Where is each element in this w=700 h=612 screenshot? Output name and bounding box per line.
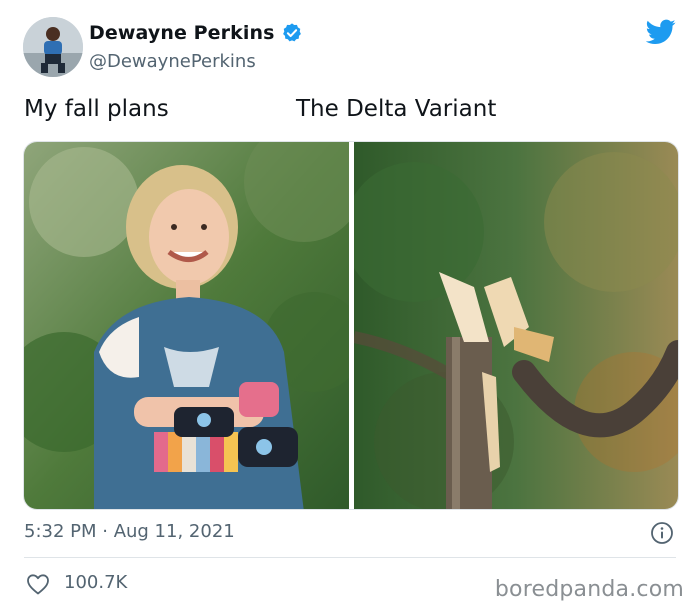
display-name[interactable]: Dewayne Perkins <box>89 22 275 44</box>
photo-girl-with-cast[interactable] <box>24 142 349 509</box>
verified-badge-icon <box>281 22 303 44</box>
heart-icon[interactable] <box>26 573 50 595</box>
info-icon[interactable] <box>650 521 674 545</box>
watermark: boredpanda.com <box>494 577 684 602</box>
author-name-row[interactable]: Dewayne Perkins <box>89 22 303 44</box>
tweet-timestamp[interactable]: 5:32 PM · Aug 11, 2021 <box>24 521 235 542</box>
like-count[interactable]: 100.7K <box>64 572 127 593</box>
divider <box>24 557 676 558</box>
caption-left: My fall plans <box>24 96 169 122</box>
caption-right: The Delta Variant <box>296 96 497 122</box>
tweet-card: Dewayne Perkins @DewaynePerkins My fall … <box>0 0 700 612</box>
photo-broken-branch[interactable] <box>354 142 678 509</box>
twitter-bird-icon[interactable] <box>645 19 676 45</box>
author-handle[interactable]: @DewaynePerkins <box>89 51 256 72</box>
avatar[interactable] <box>23 17 83 77</box>
tweet-media[interactable] <box>23 141 679 510</box>
